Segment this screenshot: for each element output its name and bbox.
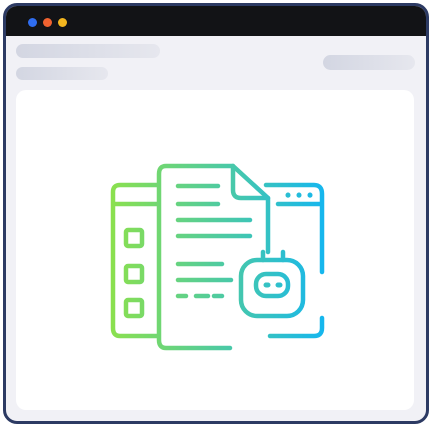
checkbox-1 <box>123 227 145 249</box>
robot-face <box>253 271 291 299</box>
checkbox-3 <box>123 297 145 319</box>
window-dot-yellow[interactable] <box>58 18 67 27</box>
header-subtitle-placeholder <box>16 67 108 80</box>
header-title-placeholder <box>16 44 160 58</box>
back-window-outline <box>110 182 161 339</box>
window-dot-orange[interactable] <box>43 18 52 27</box>
document-automation-robot-icon <box>110 163 325 351</box>
content-card <box>16 90 414 410</box>
back-window-bottom-right <box>267 315 325 339</box>
checkbox-2 <box>123 263 145 285</box>
browser-window <box>3 3 429 424</box>
document-outline <box>156 163 271 351</box>
window-titlebar <box>6 6 426 36</box>
header-action-placeholder[interactable] <box>323 55 415 70</box>
robot-head <box>238 257 306 319</box>
window-dot-blue[interactable] <box>28 18 37 27</box>
